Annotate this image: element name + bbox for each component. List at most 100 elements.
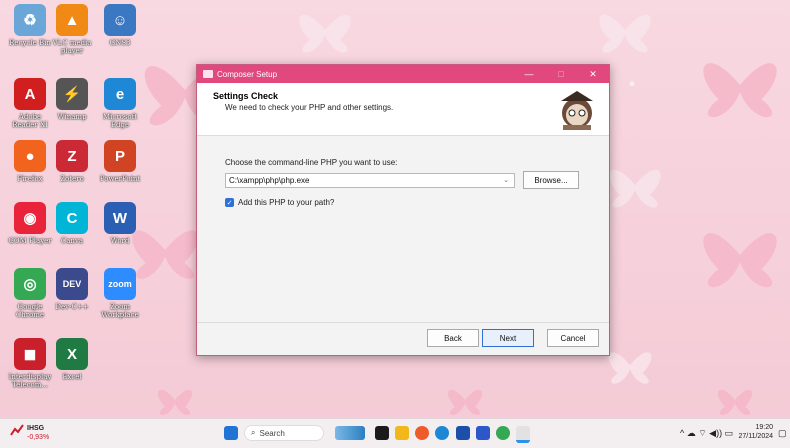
store-icon[interactable] bbox=[456, 426, 470, 440]
desktop-icon-label: Google Chrome bbox=[15, 303, 45, 319]
desktop-icon-label: GNS3 bbox=[109, 39, 131, 47]
app-icon[interactable]: DEV bbox=[56, 268, 88, 300]
file-explorer-icon[interactable] bbox=[395, 426, 409, 440]
desktop-icon-label: PowerPoint bbox=[99, 175, 141, 183]
stock-change[interactable]: -0,93% bbox=[27, 434, 49, 441]
app-icon[interactable]: ♻ bbox=[14, 4, 46, 36]
desktop-icon[interactable]: ☺ GNS3 bbox=[96, 4, 144, 47]
add-to-path-checkbox[interactable]: ✓ bbox=[225, 198, 234, 207]
app-icon[interactable]: ⚡ bbox=[56, 78, 88, 110]
app-icon[interactable]: A bbox=[14, 78, 46, 110]
weather-wallpaper-icon[interactable] bbox=[335, 426, 365, 440]
butterfly-decoration bbox=[157, 389, 193, 415]
app-icon[interactable]: ◎ bbox=[14, 268, 46, 300]
app-icon[interactable]: X bbox=[56, 338, 88, 370]
desktop-icon[interactable]: X Excel bbox=[48, 338, 96, 381]
butterfly-decoration bbox=[609, 169, 661, 208]
desktop-icon-label: Excel bbox=[62, 373, 82, 381]
page-title: Settings Check bbox=[213, 91, 279, 101]
app-icon[interactable]: W bbox=[104, 202, 136, 234]
maximize-button[interactable]: □ bbox=[545, 65, 577, 83]
butterfly-decoration bbox=[447, 389, 483, 415]
dialog-titlebar[interactable]: Composer Setup — □ ✕ bbox=[197, 65, 609, 83]
desktop-icon[interactable]: C Canva bbox=[48, 202, 96, 245]
app-icon[interactable]: ● bbox=[14, 140, 46, 172]
task-view-icon[interactable] bbox=[375, 426, 389, 440]
composer-mascot-icon bbox=[561, 91, 593, 130]
dialog-title: Composer Setup bbox=[217, 69, 278, 79]
desktop-icon[interactable]: zoom Zoom Workplace bbox=[96, 268, 144, 319]
desktop-icon[interactable]: ◎ Google Chrome bbox=[6, 268, 54, 319]
desktop-icon-label: Word bbox=[110, 237, 130, 245]
next-button[interactable]: Next bbox=[482, 329, 534, 347]
clock-time[interactable]: 19:20 bbox=[741, 424, 773, 431]
app-pinned-icon[interactable] bbox=[415, 426, 429, 440]
chrome-icon[interactable] bbox=[496, 426, 510, 440]
start-windows-icon[interactable] bbox=[224, 426, 238, 440]
system-tray-icons[interactable]: ^ ☁ ⌔ ◀)) ▭ bbox=[680, 428, 733, 439]
add-to-path-row[interactable]: ✓ Add this PHP to your path? bbox=[225, 198, 334, 207]
clock-date[interactable]: 27/11/2024 bbox=[733, 433, 773, 440]
desktop-icon-label: Winamp bbox=[57, 113, 87, 121]
desktop-icon-label: Recycle Bin bbox=[9, 39, 51, 47]
notification-icon[interactable]: ▢ bbox=[778, 428, 787, 439]
taskbar: IHSG -0,93% ⌕ Search ^ ☁ ⌔ ◀)) ▭ 19:20 2… bbox=[0, 418, 790, 448]
composer-taskbar-icon[interactable] bbox=[516, 426, 530, 443]
desktop-icon-label: VLC media player bbox=[52, 39, 92, 55]
desktop-icon-label: Canva bbox=[60, 237, 84, 245]
search-placeholder: Search bbox=[259, 428, 285, 438]
butterfly-decoration bbox=[299, 14, 351, 53]
minimize-button[interactable]: — bbox=[513, 65, 545, 83]
visual-studio-icon[interactable] bbox=[476, 426, 490, 440]
desktop-icon-label: Dev-C++ bbox=[55, 303, 89, 311]
stock-name[interactable]: IHSG bbox=[27, 425, 44, 432]
desktop-icon[interactable]: ♻ Recycle Bin bbox=[6, 4, 54, 47]
desktop-icon[interactable]: W Word bbox=[96, 202, 144, 245]
app-icon[interactable]: Z bbox=[56, 140, 88, 172]
butterfly-decoration bbox=[703, 233, 777, 288]
back-button[interactable]: Back bbox=[427, 329, 479, 347]
php-path-value: C:\xampp\php\php.exe bbox=[229, 176, 310, 185]
app-icon[interactable]: C bbox=[56, 202, 88, 234]
add-to-path-label: Add this PHP to your path? bbox=[238, 198, 335, 207]
php-choose-label: Choose the command-line PHP you want to … bbox=[225, 158, 398, 167]
desktop-icon[interactable]: Z Zotero bbox=[48, 140, 96, 183]
app-icon[interactable]: ▲ bbox=[56, 4, 88, 36]
desktop-icon-label: Interdisplay Telecom... bbox=[8, 373, 52, 389]
butterfly-decoration bbox=[717, 389, 753, 415]
desktop-icon-label: Zoom Workplace bbox=[101, 303, 139, 319]
desktop-icon[interactable]: ⚡ Winamp bbox=[48, 78, 96, 121]
browse-button[interactable]: Browse... bbox=[523, 171, 579, 189]
chevron-down-icon[interactable]: ⌄ bbox=[503, 176, 509, 184]
butterfly-decoration bbox=[703, 63, 777, 118]
desktop-icon[interactable]: ◉ GOM Player bbox=[6, 202, 54, 245]
composer-app-icon bbox=[203, 70, 213, 78]
page-subtitle: We need to check your PHP and other sett… bbox=[225, 103, 394, 112]
dialog-body: Choose the command-line PHP you want to … bbox=[197, 136, 609, 324]
dialog-header: Settings Check We need to check your PHP… bbox=[197, 83, 609, 136]
app-icon[interactable]: ◼ bbox=[14, 338, 46, 370]
desktop-icon[interactable]: ▲ VLC media player bbox=[48, 4, 96, 55]
cancel-button[interactable]: Cancel bbox=[547, 329, 599, 347]
app-icon[interactable]: ◉ bbox=[14, 202, 46, 234]
app-icon[interactable]: zoom bbox=[104, 268, 136, 300]
stock-widget-icon[interactable] bbox=[10, 423, 24, 437]
desktop-icon[interactable]: P PowerPoint bbox=[96, 140, 144, 183]
php-path-select[interactable]: C:\xampp\php\php.exe ⌄ bbox=[225, 173, 515, 188]
desktop-icon[interactable]: e Microsoft Edge bbox=[96, 78, 144, 129]
desktop-icon-label: Zotero bbox=[60, 175, 84, 183]
desktop-icon[interactable]: ◼ Interdisplay Telecom... bbox=[6, 338, 54, 389]
app-icon[interactable]: e bbox=[104, 78, 136, 110]
search-icon: ⌕ bbox=[251, 428, 256, 437]
close-button[interactable]: ✕ bbox=[577, 65, 609, 83]
app-icon[interactable]: ☺ bbox=[104, 4, 136, 36]
edge-icon[interactable] bbox=[435, 426, 449, 440]
desktop-icon-label: Microsoft Edge bbox=[102, 113, 138, 129]
desktop-icon[interactable]: ● Firefox bbox=[6, 140, 54, 183]
butterfly-decoration bbox=[599, 14, 651, 53]
desktop-icon-label: Adobe Reader XI bbox=[12, 113, 48, 129]
desktop-icon[interactable]: A Adobe Reader XI bbox=[6, 78, 54, 129]
app-icon[interactable]: P bbox=[104, 140, 136, 172]
desktop-icon[interactable]: DEV Dev-C++ bbox=[48, 268, 96, 311]
search-box[interactable]: ⌕ Search bbox=[244, 425, 324, 441]
